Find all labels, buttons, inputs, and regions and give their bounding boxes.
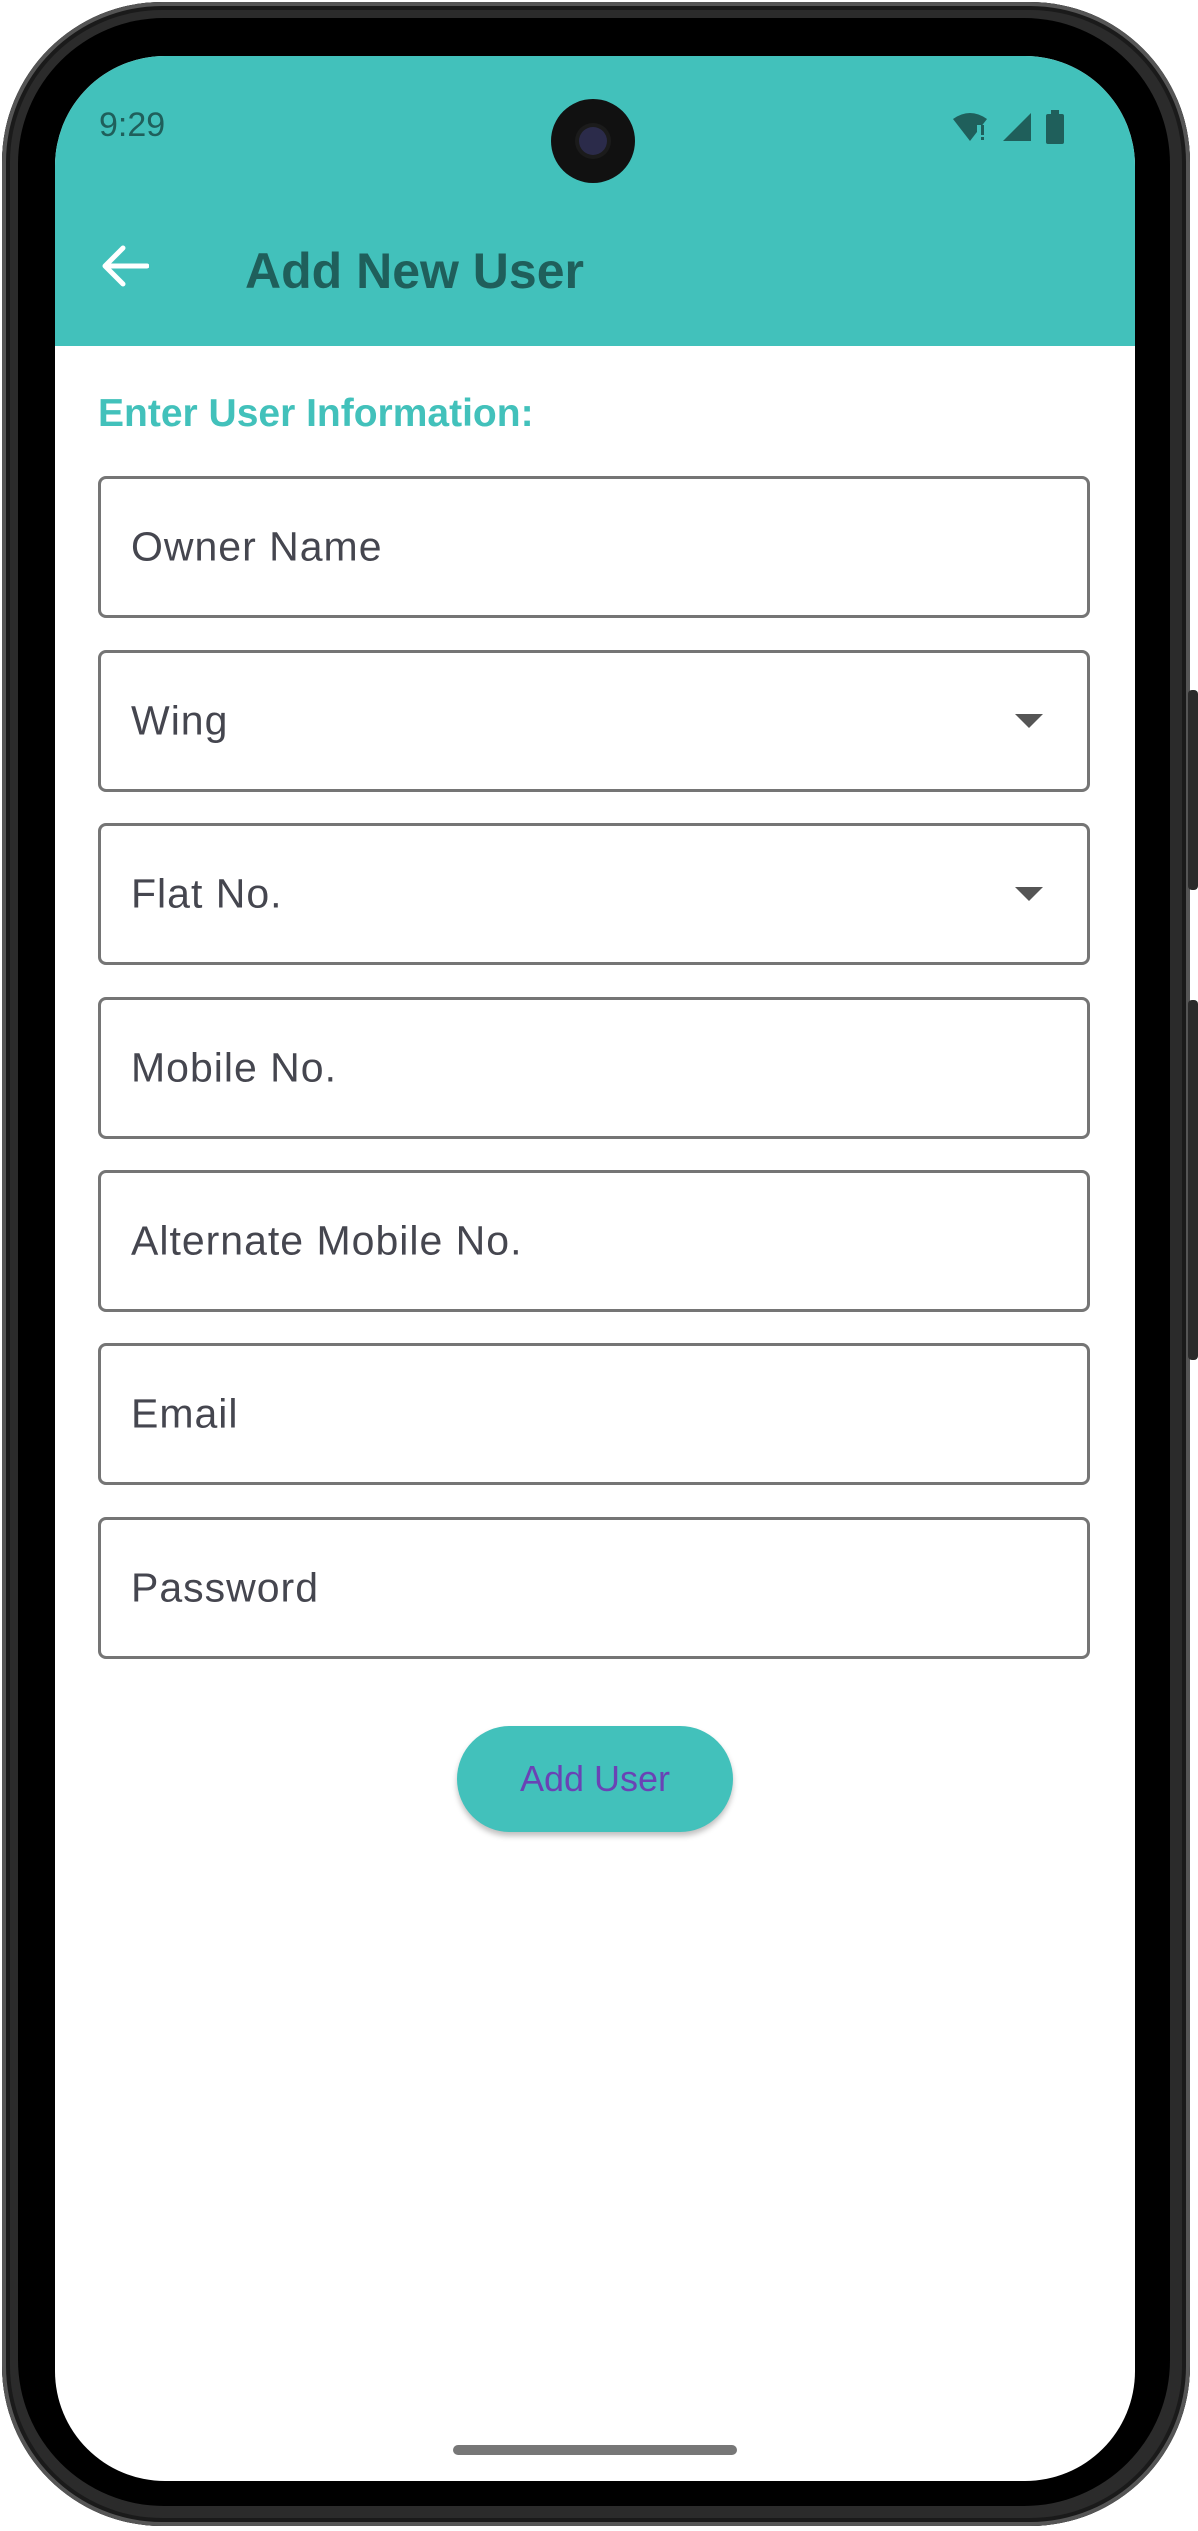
- wifi-icon: [953, 113, 987, 141]
- owner-name-field[interactable]: Owner Name: [98, 476, 1090, 618]
- back-button[interactable]: [95, 236, 155, 296]
- flat-no-dropdown[interactable]: Flat No.: [98, 823, 1090, 965]
- arrow-back-icon: [102, 245, 149, 287]
- owner-name-label: Owner Name: [131, 523, 383, 570]
- signal-icon: [1003, 113, 1031, 141]
- wing-dropdown[interactable]: Wing: [98, 650, 1090, 792]
- dropdown-arrow-icon: [1015, 887, 1043, 901]
- mobile-no-field[interactable]: Mobile No.: [98, 997, 1090, 1139]
- email-label: Email: [131, 1390, 239, 1437]
- dropdown-arrow-icon: [1015, 714, 1043, 728]
- status-time: 9:29: [99, 106, 166, 144]
- alternate-mobile-label: Alternate Mobile No.: [131, 1217, 523, 1264]
- battery-icon: [1046, 110, 1064, 144]
- alternate-mobile-field[interactable]: Alternate Mobile No.: [98, 1170, 1090, 1312]
- wing-label: Wing: [131, 697, 229, 744]
- add-user-button[interactable]: Add User: [457, 1726, 733, 1832]
- app-header: 9:29 Add New User: [55, 56, 1135, 346]
- volume-button: [1188, 690, 1198, 890]
- home-indicator[interactable]: [453, 2445, 737, 2455]
- page-title: Add New User: [245, 243, 584, 299]
- flat-no-label: Flat No.: [131, 870, 283, 917]
- screen: 9:29 Add New User Enter User Information…: [55, 56, 1135, 2481]
- power-button: [1188, 1000, 1198, 1360]
- section-label: Enter User Information:: [98, 392, 534, 435]
- front-camera: [551, 99, 635, 183]
- mobile-no-label: Mobile No.: [131, 1044, 337, 1091]
- password-label: Password: [131, 1564, 320, 1611]
- phone-device: 9:29 Add New User Enter User Information…: [0, 0, 1198, 2531]
- status-icons: [951, 110, 1065, 144]
- email-field[interactable]: Email: [98, 1343, 1090, 1485]
- password-field[interactable]: Password: [98, 1517, 1090, 1659]
